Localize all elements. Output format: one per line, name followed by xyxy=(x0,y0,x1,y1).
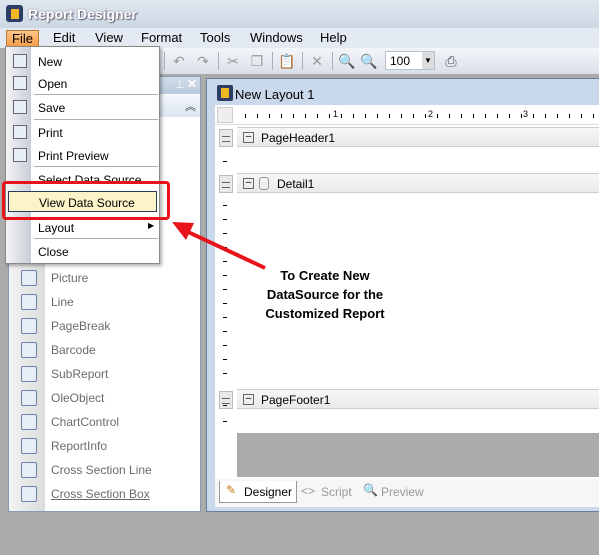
annotation-line: DataSource for the xyxy=(266,287,384,302)
annotation-line: To Create New xyxy=(280,268,370,283)
annotation-line: Customized Report xyxy=(265,306,385,321)
annotation-text: To Create New DataSource for the Customi… xyxy=(245,266,405,323)
